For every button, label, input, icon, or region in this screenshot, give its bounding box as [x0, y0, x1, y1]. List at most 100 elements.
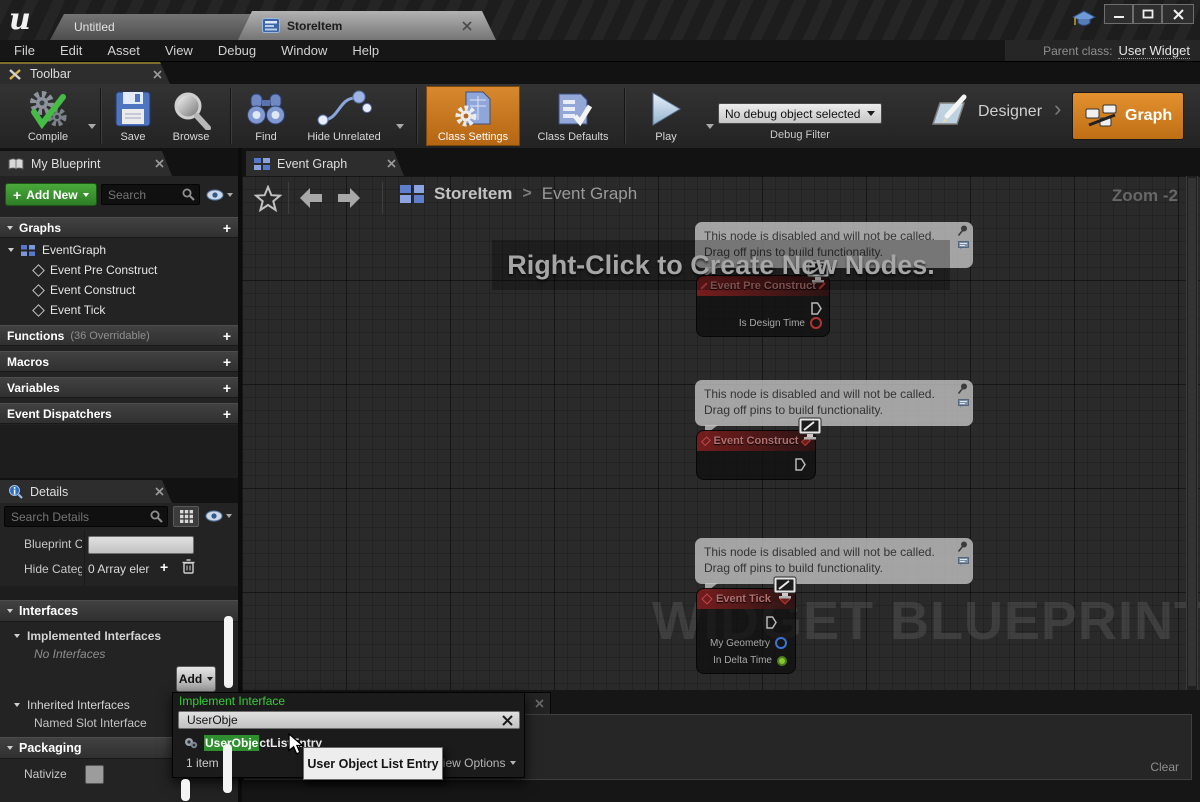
- inherited-interfaces-row[interactable]: Inherited Interfaces: [14, 698, 130, 712]
- grid-icon: [180, 510, 193, 523]
- menu-help[interactable]: Help: [352, 43, 379, 58]
- exec-pin[interactable]: [766, 616, 777, 629]
- section-variables[interactable]: Variables +: [0, 377, 238, 398]
- details-scrollbar-thumb[interactable]: [224, 616, 233, 688]
- event-graph-canvas[interactable]: StoreItem > Event Graph Zoom -2 WIDGET B…: [242, 176, 1200, 690]
- designer-button[interactable]: Designer: [930, 94, 1042, 130]
- my-blueprint-search[interactable]: [101, 184, 200, 205]
- tutorial-cap-icon[interactable]: [1072, 9, 1096, 29]
- comment-bubble-icon[interactable]: [958, 557, 969, 566]
- close-window-button[interactable]: [1162, 4, 1194, 24]
- add-macro-button[interactable]: +: [223, 355, 231, 369]
- pushpin-icon[interactable]: [956, 540, 969, 553]
- close-icon[interactable]: [535, 699, 544, 708]
- details-search[interactable]: [4, 506, 168, 527]
- compile-button[interactable]: Compile: [8, 87, 88, 145]
- class-defaults-button[interactable]: Class Defaults: [528, 87, 618, 145]
- column-divider[interactable]: [84, 530, 85, 586]
- add-new-button[interactable]: + Add New: [5, 183, 97, 206]
- menu-edit[interactable]: Edit: [60, 43, 82, 58]
- details-eye-caret[interactable]: [226, 514, 232, 518]
- menu-file[interactable]: File: [14, 43, 35, 58]
- add-array-element-button[interactable]: +: [160, 560, 168, 574]
- interface-search-input[interactable]: [185, 712, 502, 728]
- browse-button[interactable]: Browse: [160, 87, 222, 145]
- compile-options-caret[interactable]: [88, 124, 96, 129]
- close-icon[interactable]: [387, 159, 396, 168]
- property-matrix-button[interactable]: [173, 506, 199, 527]
- trash-icon[interactable]: [182, 559, 195, 574]
- blueprint-category-field[interactable]: [88, 536, 194, 554]
- add-interface-button[interactable]: Add: [176, 666, 216, 692]
- favorite-star-icon[interactable]: [254, 185, 282, 212]
- add-variable-button[interactable]: +: [223, 381, 231, 395]
- add-function-button[interactable]: +: [223, 329, 231, 343]
- tab-my-blueprint[interactable]: My Blueprint: [0, 151, 172, 176]
- breadcrumb-current[interactable]: Event Graph: [542, 184, 637, 204]
- tree-item-eventgraph[interactable]: EventGraph: [8, 243, 106, 257]
- clear-search-icon[interactable]: [502, 715, 513, 726]
- menu-view[interactable]: View: [165, 43, 193, 58]
- eye-options-caret[interactable]: [227, 193, 233, 197]
- menu-window[interactable]: Window: [281, 43, 327, 58]
- search-input[interactable]: [106, 187, 182, 203]
- section-graphs[interactable]: Graphs +: [0, 217, 238, 238]
- menu-debug[interactable]: Debug: [218, 43, 256, 58]
- section-functions[interactable]: Functions (36 Overridable) +: [0, 325, 238, 346]
- tab-details[interactable]: Details: [0, 480, 172, 503]
- menu-asset[interactable]: Asset: [107, 43, 140, 58]
- play-options-caret[interactable]: [706, 124, 714, 129]
- close-icon[interactable]: [153, 70, 162, 79]
- graph-vertical-scrollbar[interactable]: [1186, 176, 1198, 690]
- section-event-dispatchers[interactable]: Event Dispatchers +: [0, 403, 238, 424]
- comment-bubble-icon[interactable]: [958, 241, 969, 250]
- details-scrollbar-thumb[interactable]: [181, 779, 190, 801]
- maximize-button[interactable]: [1133, 4, 1162, 24]
- section-interfaces[interactable]: Interfaces: [0, 600, 238, 622]
- nativize-checkbox[interactable]: [85, 765, 104, 784]
- details-scrollbar-thumb[interactable]: [223, 744, 232, 793]
- hide-unrelated-caret[interactable]: [396, 124, 404, 129]
- clear-button[interactable]: Clear: [1150, 760, 1179, 774]
- add-dispatcher-button[interactable]: +: [223, 407, 231, 421]
- search-details-input[interactable]: [9, 509, 150, 525]
- pushpin-icon[interactable]: [956, 224, 969, 237]
- tab-toolbar[interactable]: Toolbar: [0, 62, 170, 84]
- hide-unrelated-button[interactable]: Hide Unrelated: [298, 87, 390, 145]
- tree-item-event-construct[interactable]: Event Construct: [34, 283, 135, 297]
- node-event-tick[interactable]: Event Tick My Geometry In Delta Time: [696, 588, 796, 674]
- in-delta-time-pin[interactable]: In Delta Time: [713, 655, 787, 666]
- nav-forward-icon[interactable]: [336, 187, 362, 209]
- add-graph-button[interactable]: +: [223, 221, 231, 235]
- find-button[interactable]: Find: [240, 87, 292, 145]
- tree-item-event-pre-construct[interactable]: Event Pre Construct: [34, 263, 157, 277]
- save-button[interactable]: Save: [110, 87, 156, 145]
- asset-tab-storeitem[interactable]: StoreItem: [238, 11, 496, 40]
- exec-pin[interactable]: [795, 458, 806, 471]
- close-icon[interactable]: [155, 487, 164, 496]
- debug-object-select[interactable]: No debug object selected: [718, 103, 882, 124]
- close-icon[interactable]: [155, 159, 164, 168]
- section-macros[interactable]: Macros +: [0, 351, 238, 372]
- exec-pin[interactable]: [811, 302, 822, 315]
- pushpin-icon[interactable]: [956, 382, 969, 395]
- tree-item-event-tick[interactable]: Event Tick: [34, 303, 105, 317]
- implemented-interfaces-row[interactable]: Implemented Interfaces: [14, 629, 161, 643]
- comment-bubble-icon[interactable]: [958, 399, 969, 408]
- close-icon[interactable]: [462, 21, 472, 31]
- breadcrumb-root[interactable]: StoreItem: [434, 184, 512, 204]
- my-geometry-pin[interactable]: My Geometry: [710, 637, 787, 649]
- nav-back-icon[interactable]: [298, 187, 324, 209]
- details-eye-icon[interactable]: [205, 510, 223, 522]
- tab-event-graph[interactable]: Event Graph: [246, 151, 404, 176]
- parent-class-link[interactable]: User Widget: [1118, 43, 1190, 59]
- visibility-eye-icon[interactable]: [206, 189, 224, 201]
- graph-mode-button[interactable]: Graph: [1072, 92, 1184, 140]
- is-design-time-pin[interactable]: Is Design Time: [739, 317, 822, 329]
- minimize-button[interactable]: [1104, 4, 1133, 24]
- class-settings-button[interactable]: Class Settings: [426, 86, 520, 146]
- view-options-button[interactable]: View Options: [435, 756, 516, 770]
- play-button[interactable]: Play: [638, 87, 694, 145]
- main-toolbar: Compile Save Browse Find Hi: [0, 84, 1200, 149]
- interface-search-box[interactable]: [178, 711, 520, 729]
